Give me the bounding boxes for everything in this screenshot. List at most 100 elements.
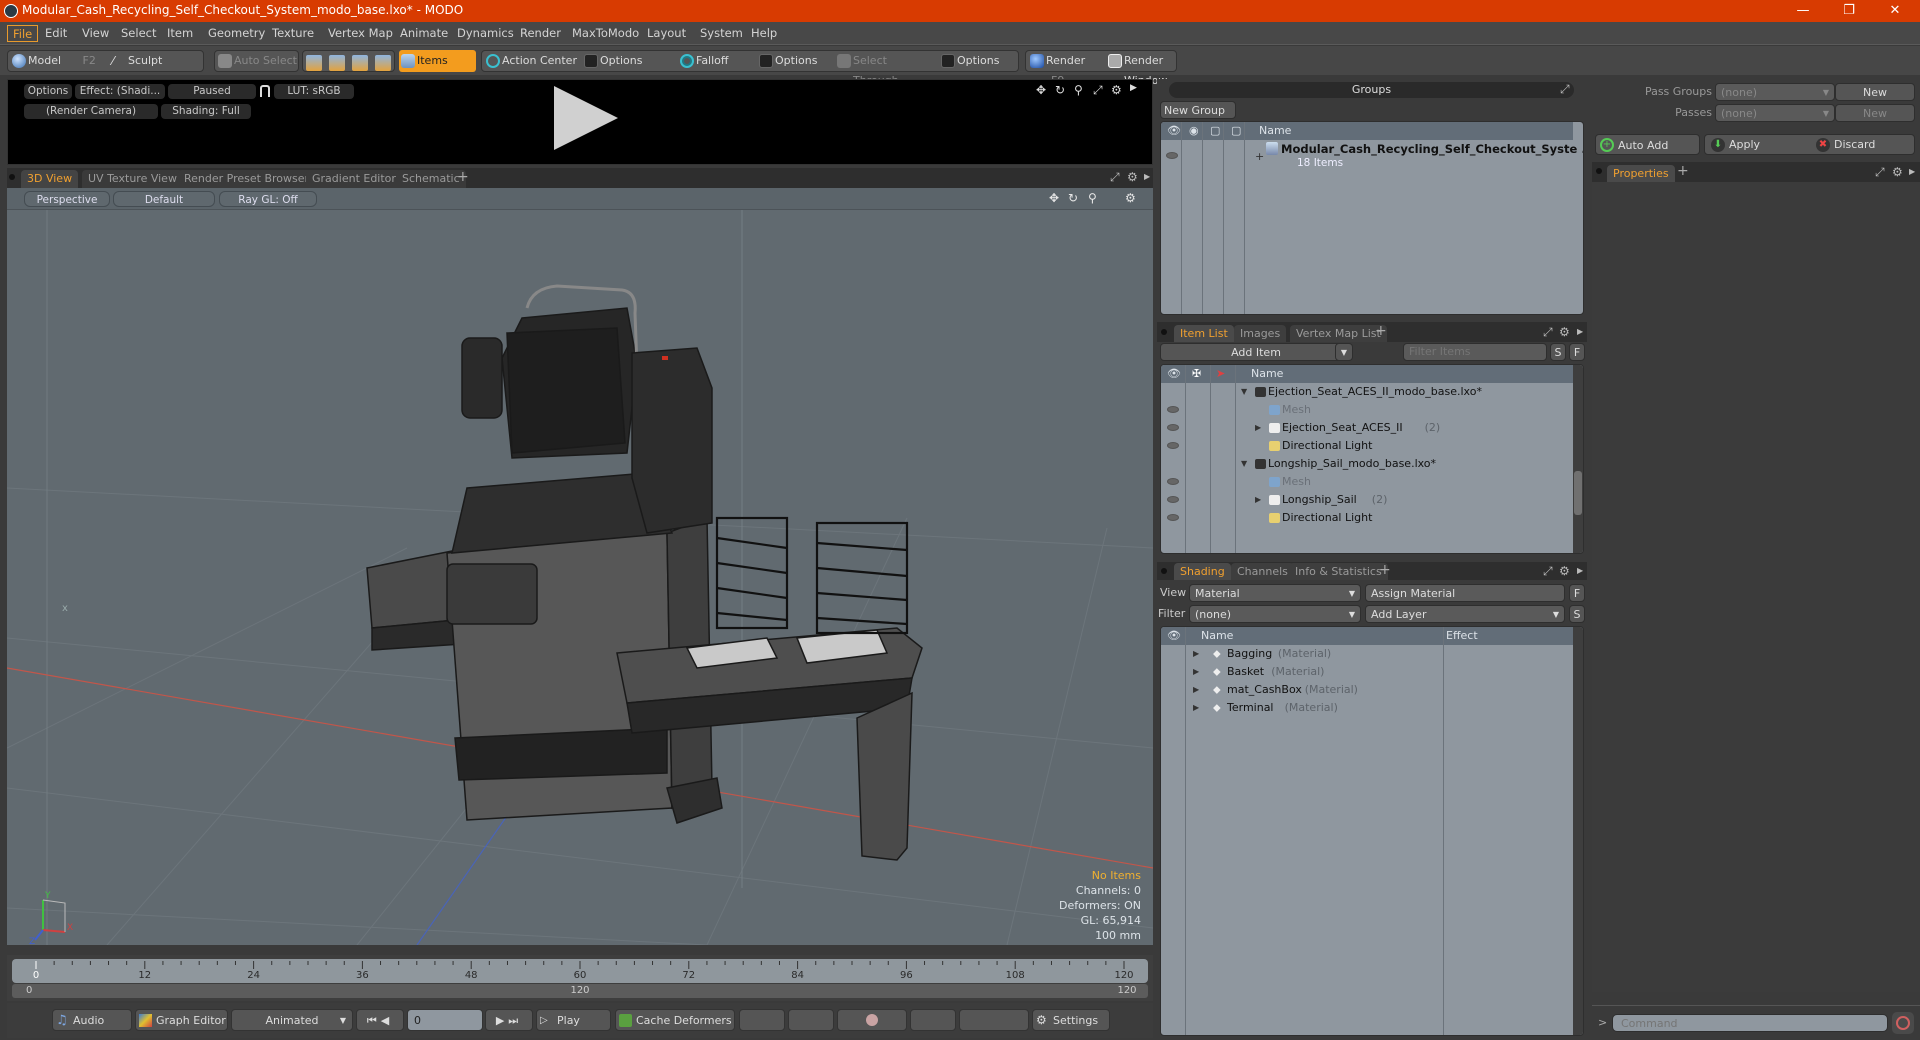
material-row[interactable]: ▶ ⬥ Basket (Material)	[1161, 663, 1573, 681]
items-mode-button[interactable]: Items 5	[399, 50, 476, 89]
tab-gradient-editor[interactable]: Gradient Editor	[306, 170, 402, 188]
gear-icon[interactable]: ⚙	[1127, 170, 1138, 184]
pass-groups-dropdown[interactable]: (none) ▼	[1715, 83, 1835, 101]
record-macro-button[interactable]	[1892, 1012, 1914, 1034]
settings-button[interactable]: ⚙ Settings	[1032, 1009, 1110, 1031]
key-nav-group-2[interactable]	[910, 1009, 956, 1031]
move-view-icon[interactable]: ✥	[1036, 83, 1046, 97]
new-pass-group-button[interactable]: New	[1835, 83, 1915, 101]
expand-arrow-icon[interactable]: ▶	[1193, 663, 1199, 681]
eye-icon[interactable]	[1167, 514, 1179, 521]
add-tab-button[interactable]: +	[1677, 163, 1689, 179]
view-style-dropdown[interactable]: Default	[113, 191, 215, 207]
new-pass-button[interactable]: New	[1835, 104, 1915, 122]
eye-icon[interactable]	[1166, 152, 1178, 159]
shading-f-button[interactable]: F	[1569, 584, 1585, 602]
viewport-settings-gear-icon[interactable]: ⚙	[1125, 191, 1136, 205]
zoom-icon[interactable]: ⚲	[1088, 191, 1097, 205]
item-row[interactable]: Mesh	[1161, 401, 1573, 419]
auto-add-button[interactable]: + Auto Add	[1595, 134, 1700, 155]
item-row[interactable]: ▶ Ejection_Seat_ACES_II (2)	[1161, 419, 1573, 437]
maximize-icon[interactable]: ⤢	[1543, 325, 1553, 340]
expand-arrow-icon[interactable]: ▶	[1144, 172, 1150, 181]
gear-icon[interactable]: ⚙	[1892, 165, 1903, 179]
eye-icon[interactable]	[1167, 496, 1179, 503]
filter-f-button[interactable]: F	[1569, 343, 1585, 361]
expand-arrow-icon[interactable]: ▶	[1577, 327, 1583, 336]
add-tab-button[interactable]: +	[457, 169, 469, 185]
menu-edit[interactable]: Edit	[40, 25, 72, 42]
polygons-mode-icon[interactable]	[352, 55, 368, 71]
add-layer-dropdown[interactable]: Add Layer ▼	[1365, 605, 1565, 623]
filter-items-input[interactable]	[1403, 343, 1547, 361]
expand-arrow-icon[interactable]: ▶	[1130, 83, 1137, 93]
animated-dropdown[interactable]: Animated ▼	[231, 1009, 353, 1031]
frame-input[interactable]: 0	[407, 1009, 483, 1031]
eye-icon[interactable]	[1167, 424, 1179, 431]
scrollbar-thumb[interactable]	[1574, 471, 1582, 515]
add-tab-button[interactable]: +	[1375, 323, 1387, 339]
menu-dynamics[interactable]: Dynamics	[452, 25, 519, 42]
gear-icon[interactable]: ⚙	[1559, 564, 1570, 578]
shading-dropdown[interactable]: Shading: Full	[161, 104, 251, 119]
eye-icon[interactable]	[1167, 406, 1179, 413]
lock-icon[interactable]	[260, 85, 270, 97]
minimize-button[interactable]: —	[1780, 0, 1826, 22]
paused-toggle[interactable]: Paused	[168, 84, 256, 99]
menu-view[interactable]: View	[77, 25, 114, 42]
zoom-view-icon[interactable]: ⚲	[1074, 83, 1083, 97]
skip-to-end-button[interactable]: ▶⏭	[485, 1009, 533, 1031]
menu-maxtomodo[interactable]: MaxToModo	[567, 25, 644, 42]
eye-icon[interactable]	[1167, 478, 1179, 485]
shading-s-button[interactable]: S	[1569, 605, 1585, 623]
menu-help[interactable]: Help	[746, 25, 782, 42]
tab-info-statistics[interactable]: Info & Statistics	[1289, 563, 1388, 580]
view-dropdown[interactable]: Material ▼	[1189, 584, 1361, 602]
sculpt-mode-button[interactable]: ⁄ Sculpt	[110, 51, 200, 71]
add-item-dropdown-button[interactable]: ▼	[1335, 343, 1353, 361]
range-bar[interactable]: 0 120 120	[12, 984, 1148, 998]
item-row[interactable]: Directional Light	[1161, 437, 1573, 455]
eye-icon[interactable]	[1167, 442, 1179, 449]
play-preview-icon[interactable]	[554, 86, 618, 150]
menu-item[interactable]: Item	[162, 25, 198, 42]
raygl-dropdown[interactable]: Ray GL: Off	[219, 191, 317, 207]
material-row[interactable]: ▶ ⬥ mat_CashBox (Material)	[1161, 681, 1573, 699]
add-item-button[interactable]: Add Item	[1160, 343, 1352, 361]
play-button[interactable]: ▷ Play	[536, 1009, 611, 1031]
expand-arrow-icon[interactable]: ▶	[1255, 419, 1261, 437]
auto-select-button[interactable]: Auto Select	[216, 51, 298, 71]
passes-dropdown[interactable]: (none) ▼	[1715, 104, 1835, 122]
collapse-arrow-icon[interactable]: ▼	[1241, 383, 1247, 401]
command-input[interactable]	[1612, 1014, 1888, 1032]
maximize-icon[interactable]: ⤢	[1093, 83, 1103, 98]
graph-editor-button[interactable]: Graph Editor	[135, 1009, 228, 1031]
key-tools-group-2[interactable]	[959, 1009, 1029, 1031]
maximize-icon[interactable]: ⤢	[1543, 564, 1553, 579]
render-window-button[interactable]: Render Window	[1106, 51, 1176, 87]
material-row[interactable]: ▶ ⬥ Bagging (Material)	[1161, 645, 1573, 663]
menu-vertex-map[interactable]: Vertex Map	[323, 25, 398, 42]
tab-channels[interactable]: Channels	[1231, 563, 1294, 580]
tab-properties[interactable]: Properties	[1607, 165, 1675, 182]
discard-button[interactable]: ✖ Discard	[1812, 137, 1912, 153]
effect-dropdown[interactable]: Effect: (Shadi...	[75, 84, 165, 99]
tab-vertex-map-list[interactable]: Vertex Map List	[1290, 325, 1387, 342]
maximize-icon[interactable]: ⤢	[1875, 165, 1885, 180]
gear-icon[interactable]: ⚙	[1111, 83, 1122, 97]
item-row[interactable]: ▼ Ejection_Seat_ACES_II_modo_base.lxo*	[1161, 383, 1573, 401]
tab-images[interactable]: Images	[1234, 325, 1287, 342]
item-list-scrollbar[interactable]	[1573, 365, 1583, 553]
menu-system[interactable]: System	[695, 25, 748, 42]
apply-button[interactable]: ⬇ Apply	[1707, 137, 1807, 153]
3d-viewport[interactable]: x Y X Z Perspective Default Ray GL: Off …	[7, 188, 1153, 945]
key-nav-group[interactable]	[788, 1009, 834, 1031]
action-center-options-button[interactable]: Options	[582, 51, 672, 71]
vertices-mode-icon[interactable]	[306, 55, 322, 71]
tab-render-preset-browser[interactable]: Render Preset Browser	[178, 170, 316, 188]
menu-geometry[interactable]: Geometry	[203, 25, 270, 42]
expand-arrow-icon[interactable]: ▶	[1193, 681, 1199, 699]
timeline-ruler[interactable]: 0 12 24 36 48 60 72 84 96 108 120	[12, 959, 1148, 983]
filter-s-button[interactable]: S	[1550, 343, 1566, 361]
menu-layout[interactable]: Layout	[642, 25, 691, 42]
